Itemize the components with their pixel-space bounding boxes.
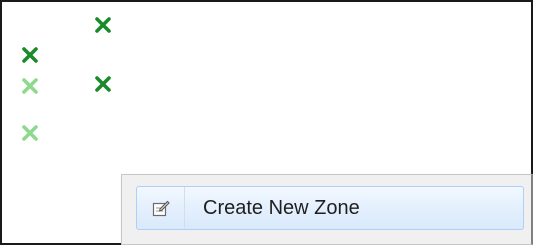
close-icon [22,125,38,141]
zone-marker-light[interactable] [21,77,39,95]
menu-item-label: Create New Zone [203,196,360,219]
menu-item-create-new-zone[interactable]: Create New Zone [136,186,524,230]
canvas-area[interactable]: Create New Zone [0,0,533,245]
close-icon [22,78,38,94]
close-icon [22,47,38,63]
zone-marker-dark[interactable] [94,75,112,93]
close-icon [95,76,111,92]
edit-note-icon [152,200,170,217]
close-icon [95,17,111,33]
context-menu: Create New Zone [121,174,533,245]
menu-icon-column [137,187,185,229]
zone-marker-light[interactable] [21,124,39,142]
zone-marker-dark[interactable] [21,46,39,64]
zone-marker-dark[interactable] [94,16,112,34]
